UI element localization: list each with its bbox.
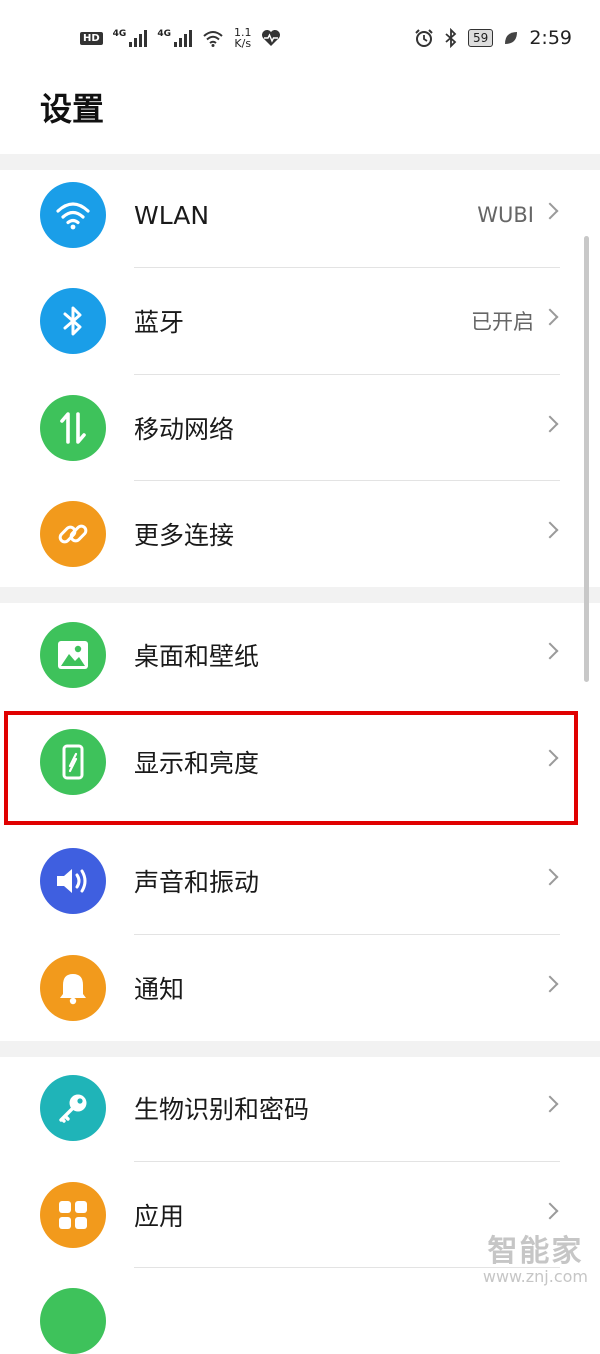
status-bar: HD 4G 4G 1.1 K/s 59 2:59: [0, 0, 600, 76]
watermark-text: 智能家: [487, 1234, 584, 1269]
sound-vibration-label: 声音和振动: [134, 868, 260, 897]
wifi-icon: [40, 182, 106, 248]
section-gap: [0, 587, 600, 603]
bluetooth-label: 蓝牙: [134, 308, 185, 337]
speaker-icon: [40, 848, 106, 914]
chevron-right-icon: [541, 1095, 559, 1113]
page-title: 设置: [40, 90, 105, 128]
settings-item-sound-vibration[interactable]: 声音和振动: [0, 828, 600, 934]
link-icon: [40, 501, 106, 567]
chevron-right-icon: [541, 1202, 559, 1220]
chevron-right-icon: [541, 308, 559, 326]
network-type-label: 4G: [112, 29, 127, 39]
chevron-right-icon: [541, 868, 559, 886]
status-left: HD 4G 4G 1.1 K/s: [80, 27, 281, 49]
key-icon: [40, 1075, 106, 1141]
settings-item-wallpaper[interactable]: 桌面和壁纸: [0, 602, 600, 708]
apps-grid-icon: [40, 1182, 106, 1248]
network-type-label-2: 4G: [157, 29, 171, 39]
biometrics-label: 生物识别和密码: [134, 1095, 310, 1124]
settings-item-biometrics[interactable]: 生物识别和密码: [0, 1055, 600, 1161]
scrollbar[interactable]: [584, 236, 589, 682]
chevron-right-icon: [541, 415, 559, 433]
leaf-icon: [505, 32, 518, 44]
bluetooth-icon: [40, 288, 106, 354]
signal-icon: 4G: [113, 29, 148, 47]
settings-item-partial[interactable]: [40, 1288, 106, 1354]
settings-item-notifications[interactable]: 通知: [0, 935, 600, 1041]
settings-item-wlan[interactable]: WLAN WUBI: [0, 162, 600, 268]
bell-icon: [40, 955, 106, 1021]
hd-badge: HD: [80, 31, 103, 45]
chevron-right-icon: [541, 521, 559, 539]
clock-time: 2:59: [529, 27, 572, 49]
signal-icon-2: 4G: [157, 29, 192, 47]
settings-item-mobile-network[interactable]: 移动网络: [0, 375, 600, 481]
health-heart-icon: [262, 30, 281, 46]
status-right: 59 2:59: [414, 27, 572, 49]
battery-icon: 59: [468, 29, 494, 47]
bluetooth-value: 已开启: [471, 310, 534, 334]
mobile-network-label: 移动网络: [134, 415, 235, 444]
speed-unit: K/s: [234, 37, 252, 50]
network-speed: 1.1 K/s: [234, 27, 252, 49]
chevron-right-icon: [541, 975, 559, 993]
chevron-right-icon: [541, 642, 559, 660]
highlight-box: [4, 711, 578, 825]
notifications-label: 通知: [134, 975, 185, 1004]
wifi-status-icon: [203, 31, 223, 47]
wlan-label: WLAN: [134, 200, 210, 230]
settings-item-more-connections[interactable]: 更多连接: [0, 481, 600, 587]
settings-item-bluetooth[interactable]: 蓝牙 已开启: [0, 268, 600, 374]
bluetooth-status-icon: [445, 28, 457, 48]
mobile-data-icon: [40, 395, 106, 461]
apps-label: 应用: [134, 1202, 185, 1231]
image-icon: [40, 622, 106, 688]
watermark-url: www.znj.com: [482, 1267, 588, 1286]
alarm-icon: [415, 29, 433, 47]
watermark: 智能家 www.znj.com: [483, 1236, 588, 1286]
more-connections-label: 更多连接: [134, 521, 235, 550]
chevron-right-icon: [541, 202, 559, 220]
wlan-value: WUBI: [477, 203, 534, 227]
wallpaper-label: 桌面和壁纸: [134, 642, 260, 671]
